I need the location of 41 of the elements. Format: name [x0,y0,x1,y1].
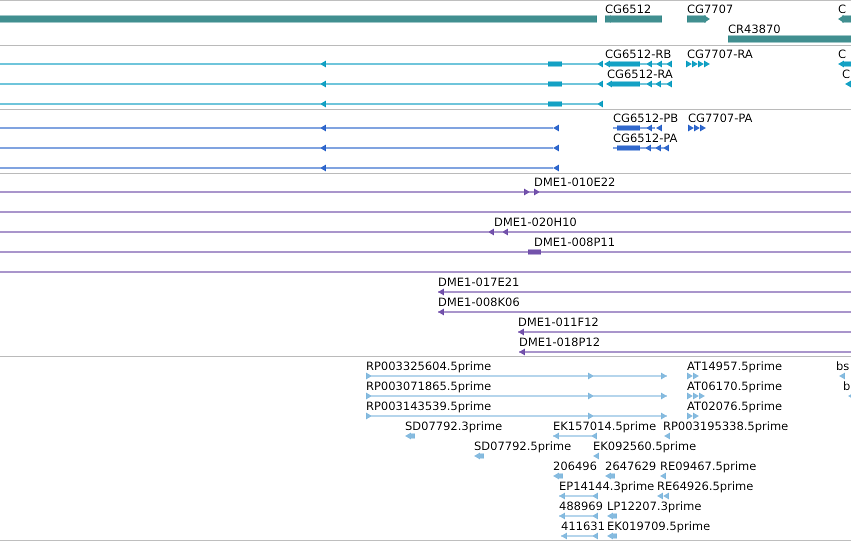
est-label: b [843,379,850,393]
protein-label: CG7707-PA [688,111,752,125]
est-label: RP003325604.5prime [366,359,492,373]
est-label: RP003143539.5prime [366,399,492,413]
est-label: SD07792.3prime [405,419,502,433]
clone-label: DME1-011F12 [518,315,599,329]
est-label: RE64926.5prime [657,479,754,493]
est-label: 411631 [561,519,605,533]
est-label: AT06170.5prime [687,379,782,393]
protein-label: CG6512-PB [613,111,678,125]
transcript-label: CG6512-RA [607,67,673,81]
gene-label: CG6512 [605,2,652,16]
clone-label: DME1-008P11 [534,235,616,249]
transcript-label: C [842,67,850,81]
est-label: EK019709.5prime [607,519,710,533]
gene-label: CR43870 [728,22,781,36]
est-label: bs [836,359,850,373]
clone-label: DME1-018P12 [519,335,600,349]
est-label: RP003195338.5prime [663,419,788,433]
clone-label: DME1-010E22 [534,175,616,189]
protein-label: CG6512-PA [613,131,678,145]
est-label: RP003071865.5prime [366,379,492,393]
clone-label: DME1-020H10 [494,215,577,229]
transcript-label: C [838,47,846,61]
est-label: EP14144.3prime [559,479,654,493]
est-label: EK157014.5prime [553,419,656,433]
est-label: EK092560.5prime [593,439,696,453]
est-label: LP12207.3prime [607,499,702,513]
est-label: AT14957.5prime [687,359,782,373]
est-label: AT02076.5prime [687,399,782,413]
clone-label: DME1-008K06 [438,295,520,309]
gene-label: C [838,2,846,16]
clone-label: DME1-017E21 [438,275,520,289]
est-label: 488969 [559,499,603,513]
transcript-label: CG6512-RB [605,47,672,61]
est-label: 206496 [553,459,597,473]
transcript-label: CG7707-RA [687,47,753,61]
gene-label: CG7707 [687,2,734,16]
est-label: SD07792.5prime [474,439,572,453]
est-label: RE09467.5prime [660,459,756,473]
est-label: 2647629 [605,459,656,473]
